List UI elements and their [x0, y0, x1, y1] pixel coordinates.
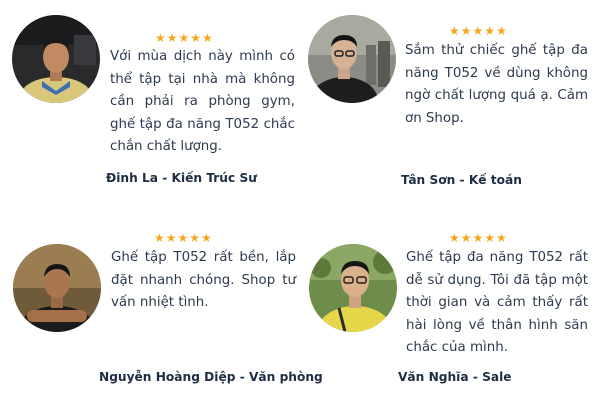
- man-in-yellow-shirt-avatar: [12, 15, 100, 103]
- rating-stars: ★★★★★: [154, 231, 213, 245]
- testimonial-author: Văn Nghĩa - Sale: [398, 370, 512, 384]
- rating-stars: ★★★★★: [449, 231, 508, 245]
- man-with-glasses-yellow-shirt-avatar: [309, 244, 397, 332]
- testimonial-quote: Ghế tập T052 rất bền, lắp đặt nhanh chón…: [111, 250, 296, 310]
- testimonial-quote: Với mùa dịch này mình có thể tập tại nhà…: [110, 49, 295, 154]
- testimonial-quote: Sắm thử chiếc ghế tập đa năng T052 về dù…: [405, 43, 588, 126]
- testimonial-quote: Ghế tập đa năng T052 rất dễ sử dụng. Tôi…: [406, 250, 588, 355]
- testimonial-author: Đinh La - Kiến Trúc Sư: [106, 171, 257, 185]
- testimonial-author: Nguyễn Hoàng Diệp - Văn phòng: [99, 370, 323, 384]
- man-with-glasses-outdoor-avatar: [308, 15, 396, 103]
- rating-stars: ★★★★★: [449, 24, 508, 38]
- man-arms-crossed-avatar: [13, 244, 101, 332]
- testimonial-author: Tân Sơn - Kế toán: [401, 173, 522, 187]
- rating-stars: ★★★★★: [155, 31, 214, 45]
